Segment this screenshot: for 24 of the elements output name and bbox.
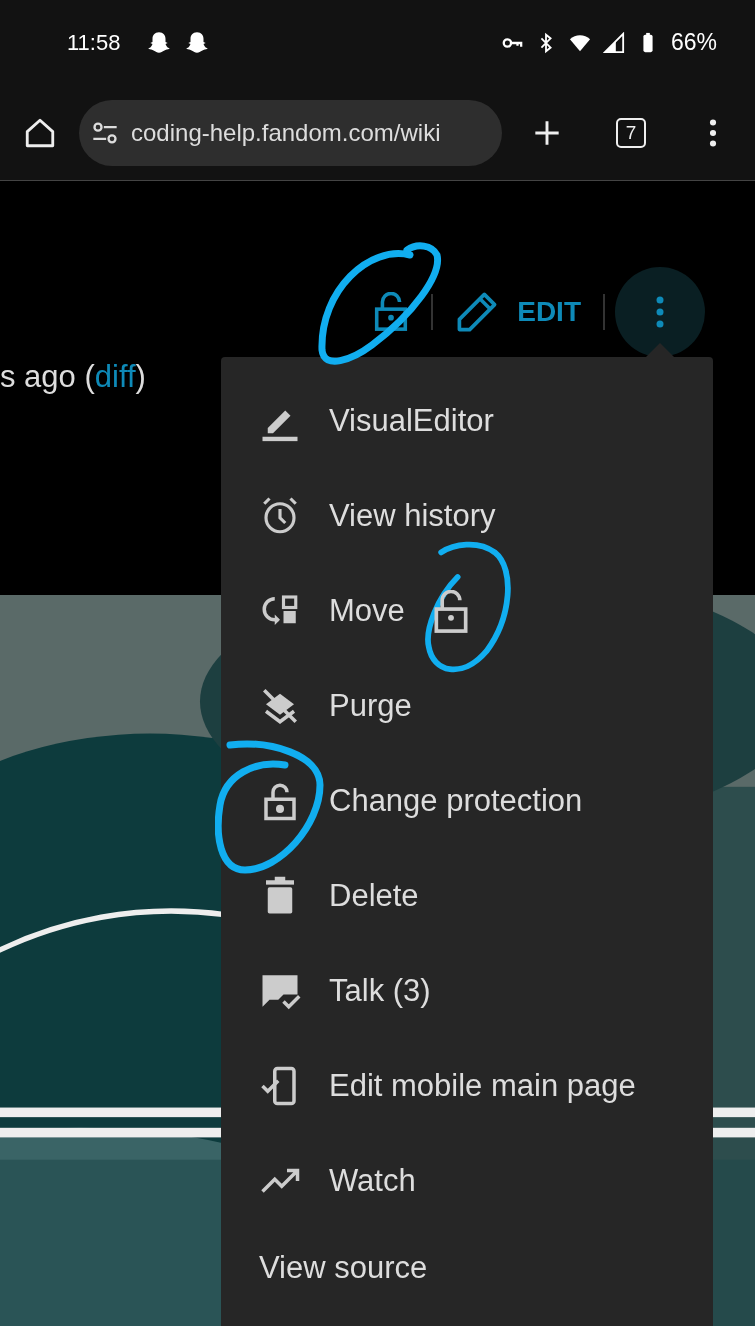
menu-item[interactable]: Talk (3) bbox=[221, 943, 713, 1038]
ghost-icon bbox=[146, 29, 173, 56]
menu-icon[interactable] bbox=[709, 118, 717, 147]
more-icon bbox=[656, 295, 664, 329]
menu-item[interactable]: Edit mobile main page bbox=[221, 1038, 713, 1133]
unlocked-lock-icon[interactable] bbox=[373, 292, 410, 332]
address-bar[interactable]: coding-help.fandom.com/wiki bbox=[79, 99, 502, 166]
status-time: 11:58 bbox=[67, 29, 121, 56]
menu-item[interactable]: Move bbox=[221, 563, 713, 658]
menu-item[interactable]: Purge bbox=[221, 658, 713, 753]
menu-item[interactable]: VisualEditor bbox=[221, 373, 713, 468]
signal-icon bbox=[602, 31, 625, 54]
menu-item[interactable]: View source bbox=[221, 1228, 713, 1308]
new-tab-icon[interactable] bbox=[533, 118, 561, 147]
tab-count-button[interactable]: 7 bbox=[616, 117, 646, 148]
diff-link[interactable]: diff bbox=[94, 359, 136, 394]
battery-percent: 66% bbox=[670, 29, 717, 56]
edit-button[interactable]: EDIT bbox=[517, 296, 581, 328]
ghost-icon bbox=[184, 29, 211, 56]
menu-item[interactable]: View history bbox=[221, 468, 713, 563]
menu-item[interactable]: Change protection bbox=[221, 753, 713, 848]
menu-item[interactable]: Delete bbox=[221, 848, 713, 943]
unlocked-lock-icon bbox=[433, 590, 469, 634]
menu-item[interactable]: Watch bbox=[221, 1133, 713, 1228]
